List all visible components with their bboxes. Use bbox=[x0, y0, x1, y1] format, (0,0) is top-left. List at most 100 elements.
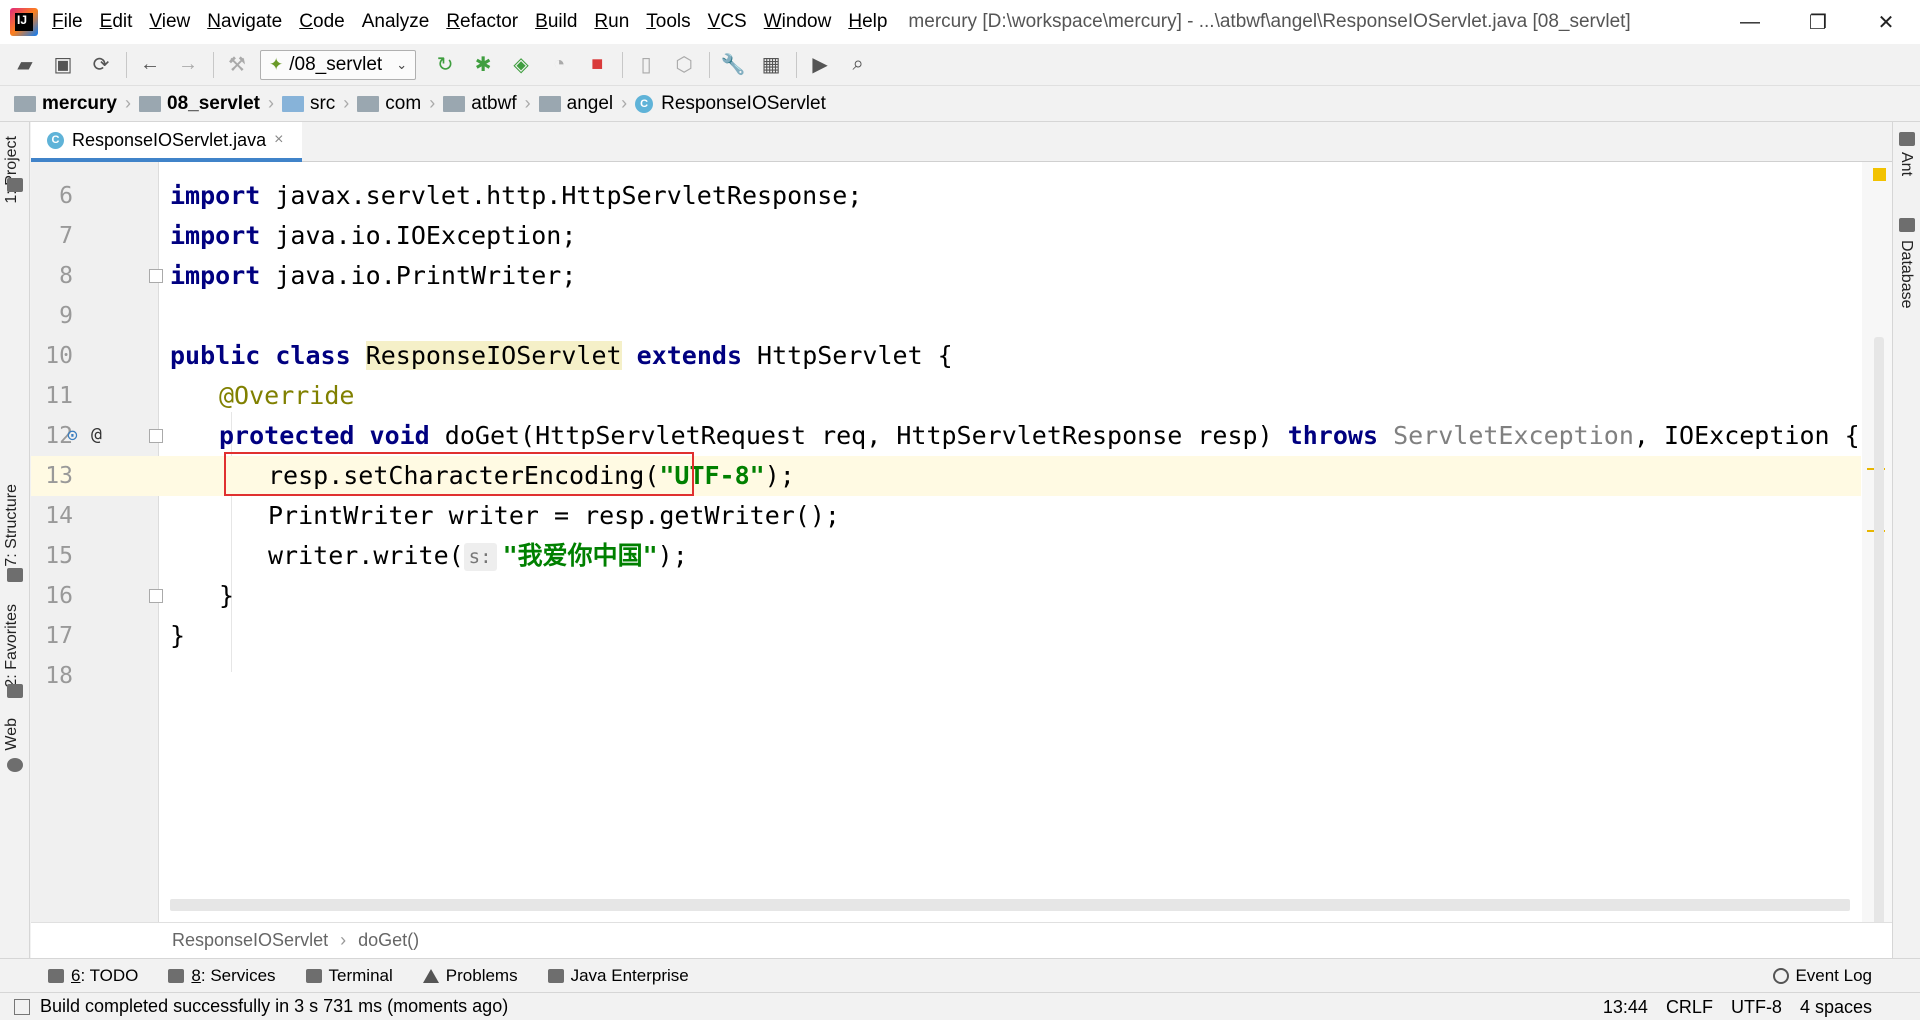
at-annotation-icon[interactable]: @ bbox=[91, 424, 102, 445]
minimize-button[interactable]: — bbox=[1716, 0, 1784, 44]
problems-tool-tab[interactable]: Problems bbox=[422, 966, 518, 986]
menu-window[interactable]: Window bbox=[764, 11, 832, 33]
status-message[interactable]: Build completed successfully in 3 s 731 … bbox=[40, 996, 508, 1017]
restore-button[interactable]: ❐ bbox=[1784, 0, 1852, 44]
menu-navigate[interactable]: Navigate bbox=[207, 11, 282, 33]
crumb-atbwf[interactable]: atbwf bbox=[443, 93, 517, 115]
crumb-mercury[interactable]: mercury bbox=[14, 93, 117, 115]
folder-icon bbox=[7, 178, 23, 192]
class-icon: C bbox=[635, 94, 654, 113]
coverage-icon[interactable]: ◈ bbox=[506, 50, 536, 80]
caret-position[interactable]: 13:44 bbox=[1603, 997, 1648, 1018]
menu-file[interactable]: File bbox=[52, 11, 83, 33]
open-folder-icon[interactable]: ▰ bbox=[10, 50, 40, 80]
code-text: @Override bbox=[219, 376, 354, 416]
crumb-angel[interactable]: angel bbox=[538, 92, 614, 115]
class-name-highlight: ResponseIOServlet bbox=[365, 341, 622, 370]
menu-analyze[interactable]: Analyze bbox=[362, 11, 430, 33]
menu-refactor[interactable]: Refactor bbox=[446, 11, 518, 33]
attach-icon[interactable]: ▯ bbox=[631, 50, 661, 80]
code-text: import java.io.PrintWriter; bbox=[170, 256, 576, 296]
code-text: } bbox=[219, 576, 234, 616]
forward-arrow-icon[interactable]: → bbox=[173, 50, 203, 80]
fold-marker-icon[interactable] bbox=[149, 269, 163, 283]
build-hammer-icon[interactable]: ⚒ bbox=[222, 50, 252, 80]
toggle-tool-windows-icon[interactable] bbox=[14, 998, 30, 1015]
menu-view[interactable]: View bbox=[149, 11, 190, 33]
star-icon bbox=[7, 684, 23, 698]
menu-edit[interactable]: Edit bbox=[100, 11, 133, 33]
main-toolbar: ▰ ▣ ⟳ ← → ⚒ ✦ /08_servlet ⌄ ↻ ✱ ◈ ◔ ■ ▯ … bbox=[0, 44, 1920, 86]
java-enterprise-tool-tab[interactable]: Java Enterprise bbox=[547, 966, 689, 986]
line-separator[interactable]: CRLF bbox=[1666, 997, 1713, 1018]
services-tool-tab[interactable]: 8: Services bbox=[168, 965, 276, 986]
left-tool-stripe: 1: Project 7: Structure 2: Favorites Web bbox=[0, 122, 30, 958]
profile-icon[interactable]: ◔ bbox=[544, 50, 574, 80]
favorites-tool-tab[interactable]: 2: Favorites bbox=[3, 604, 21, 688]
crumb-src[interactable]: src bbox=[281, 92, 336, 115]
crumb-com[interactable]: com bbox=[357, 93, 421, 115]
annotation: @Override bbox=[219, 381, 355, 410]
toolbar-separator bbox=[126, 51, 127, 78]
tool-tab-label: : TODO bbox=[80, 965, 139, 985]
horizontal-scrollbar[interactable] bbox=[170, 899, 1850, 911]
crumb-separator: › bbox=[125, 93, 131, 113]
line-number: 17 bbox=[45, 623, 73, 649]
ant-tool-tab[interactable]: Ant bbox=[1897, 152, 1915, 176]
menu-help[interactable]: Help bbox=[848, 11, 887, 33]
run-config-label: /08_servlet bbox=[289, 53, 383, 75]
code-editor[interactable]: 6 import javax.servlet.http.HttpServletR… bbox=[31, 162, 1892, 927]
back-arrow-icon[interactable]: ← bbox=[135, 50, 165, 80]
file-encoding[interactable]: UTF-8 bbox=[1731, 997, 1782, 1018]
sync-icon[interactable]: ⟳ bbox=[86, 50, 116, 80]
editor-tab-responseioservlet[interactable]: C ResponseIOServlet.java × bbox=[31, 122, 302, 162]
terminal-tool-tab[interactable]: Terminal bbox=[305, 966, 393, 986]
run-config-select[interactable]: ✦ /08_servlet ⌄ bbox=[260, 49, 417, 80]
crumb-label: angel bbox=[566, 92, 614, 114]
menu-run[interactable]: Run bbox=[594, 11, 629, 33]
crumb-label: src bbox=[309, 92, 336, 114]
database-tool-tab[interactable]: Database bbox=[1897, 240, 1915, 309]
todo-tool-tab[interactable]: 6: TODO bbox=[48, 966, 138, 986]
toolbar-separator bbox=[213, 51, 214, 78]
keyword: throws bbox=[1287, 421, 1378, 450]
code-token: PrintWriter writer = resp.getWriter(); bbox=[268, 501, 840, 530]
intellij-logo-icon: IJ bbox=[10, 8, 38, 36]
crumb-responseioservlet[interactable]: C ResponseIOServlet bbox=[635, 93, 826, 115]
fold-marker-icon[interactable] bbox=[149, 589, 163, 603]
parameter-hint: s: bbox=[463, 543, 497, 571]
mnemonic: 8 bbox=[191, 965, 201, 985]
code-line: 10 public class ResponseIOServlet extend… bbox=[31, 336, 1861, 376]
java-enterprise-icon bbox=[547, 968, 564, 983]
search-icon[interactable]: ⌕ bbox=[843, 50, 873, 80]
menu-tools[interactable]: Tools bbox=[646, 11, 690, 33]
right-tool-stripe: Ant Database bbox=[1892, 122, 1920, 958]
menu-vcs[interactable]: VCS bbox=[708, 11, 747, 33]
code-token: } bbox=[170, 621, 186, 650]
editor-crumb-class[interactable]: ResponseIOServlet bbox=[172, 930, 328, 951]
close-window-button[interactable]: ✕ bbox=[1852, 0, 1920, 44]
fold-marker-icon[interactable] bbox=[149, 429, 163, 443]
terminal-run-icon[interactable]: ▶ bbox=[805, 50, 835, 80]
project-tool-tab[interactable]: 1: Project bbox=[3, 136, 21, 204]
deploy-icon[interactable]: ⬡ bbox=[669, 50, 699, 80]
menu-build[interactable]: Build bbox=[535, 11, 577, 33]
event-log-tool-tab[interactable]: Event Log bbox=[1773, 959, 1872, 993]
structure-tool-tab[interactable]: 7: Structure bbox=[3, 484, 21, 567]
override-method-icon[interactable]: ⊙ bbox=[67, 425, 78, 446]
stop-icon[interactable]: ■ bbox=[582, 50, 612, 80]
project-structure-icon[interactable]: ▦ bbox=[756, 50, 786, 80]
crumb-08-servlet[interactable]: 08_servlet bbox=[139, 93, 260, 115]
debug-bug-icon[interactable]: ✱ bbox=[468, 50, 498, 80]
menu-code[interactable]: Code bbox=[299, 11, 344, 33]
web-tool-tab[interactable]: Web bbox=[3, 718, 21, 751]
inspection-warning-icon[interactable] bbox=[1873, 168, 1886, 181]
save-icon[interactable]: ▣ bbox=[48, 50, 78, 80]
vertical-scrollbar[interactable] bbox=[1874, 337, 1884, 927]
indent-setting[interactable]: 4 spaces bbox=[1800, 997, 1872, 1018]
settings-wrench-icon[interactable]: 🔧 bbox=[718, 50, 748, 80]
code-line: 18 bbox=[31, 656, 1861, 696]
rerun-icon[interactable]: ↻ bbox=[430, 50, 460, 80]
close-tab-icon[interactable]: × bbox=[274, 131, 283, 149]
editor-crumb-method[interactable]: doGet() bbox=[358, 930, 419, 951]
